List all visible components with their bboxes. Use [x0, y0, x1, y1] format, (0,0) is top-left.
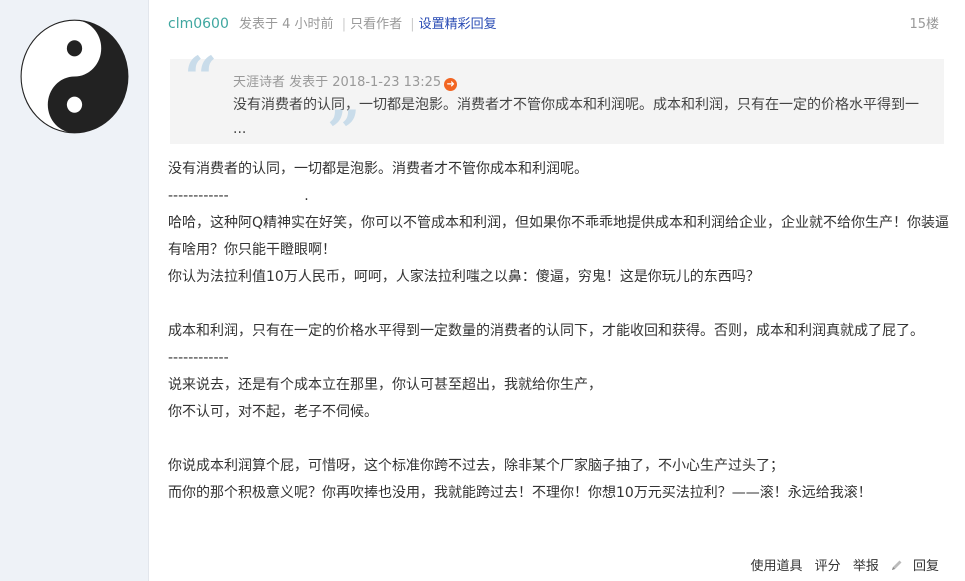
quote-open-icon: “: [184, 44, 218, 112]
body-line: 你不认可，对不起，老子不伺候。: [168, 404, 378, 420]
quote-block: “ 天涯诗者 发表于 2018-1-23 13:25 ➜ 没有消费者的认同，一切都…: [170, 49, 944, 161]
body-line: 而你的那个积极意义呢？你再吹捧也没用，我就能跨过去！不理你！你想10万元买法拉利…: [168, 485, 872, 501]
post-content: clm0600 发表于 4 小时前 | 只看作者 | 设置精彩回复 15楼 “ 天涯…: [149, 0, 965, 581]
body-line: [168, 426, 958, 453]
floor-number[interactable]: 15楼: [909, 13, 939, 32]
body-line: 哈哈，这种阿Q精神实在好笑，你可以不管成本和利润，但如果你不乖乖地提供成本和利润…: [168, 215, 950, 258]
username-link[interactable]: clm0600: [168, 16, 229, 32]
rate-button[interactable]: 评分: [815, 559, 841, 574]
body-line: 说来说去，还是有个成本立在那里，你认可甚至超出，我就给你生产，: [168, 377, 602, 393]
post-body: 没有消费者的认同，一切都是泡影。消费者才不管你成本和利润呢。 ---------…: [168, 156, 958, 507]
divider: |: [341, 17, 347, 32]
quote-author-time: 天涯诗者 发表于 2018-1-23 13:25: [233, 75, 442, 90]
jump-arrow-icon[interactable]: ➜: [444, 78, 458, 91]
avatar-yin-yang-icon[interactable]: [20, 19, 129, 134]
report-button[interactable]: 举报: [853, 559, 879, 574]
body-line: 你说成本利润算个屁，可惜呀，这个标准你跨不过去，除非某个厂家脑子抽了，不小心生产…: [168, 458, 784, 474]
set-highlight-reply-link[interactable]: 设置精彩回复: [419, 17, 497, 32]
body-line: 没有消费者的认同，一切都是泡影。消费者才不管你成本和利润呢。: [168, 161, 588, 177]
divider: |: [410, 17, 415, 32]
body-line: 你认为法拉利值10万人民币，呵呵，人家法拉利嗤之以鼻：傻逼，穷鬼！这是你玩儿的东…: [168, 269, 760, 285]
author-sidebar: [0, 0, 149, 581]
quote-meta: 天涯诗者 发表于 2018-1-23 13:25 ➜: [233, 71, 458, 91]
body-line: ------------: [168, 350, 229, 366]
quote-close-icon: ”: [327, 98, 361, 166]
body-line: 成本和利润，只有在一定的价格水平得到一定数量的消费者的认同下，才能收回和获得。否…: [168, 323, 924, 339]
reply-label: 回复: [912, 559, 939, 574]
only-author-link[interactable]: 只看作者: [350, 17, 402, 32]
post-time: 发表于 4 小时前: [239, 17, 334, 32]
post-actions: 使用道具 评分 举报 回复: [743, 555, 939, 574]
body-line: ------------ .: [168, 188, 309, 204]
pencil-icon: [891, 560, 902, 570]
post-header: clm0600 发表于 4 小时前 | 只看作者 | 设置精彩回复: [168, 13, 497, 32]
reply-button[interactable]: 回复: [891, 559, 939, 574]
use-tool-button[interactable]: 使用道具: [751, 559, 803, 574]
body-line: [168, 291, 958, 318]
